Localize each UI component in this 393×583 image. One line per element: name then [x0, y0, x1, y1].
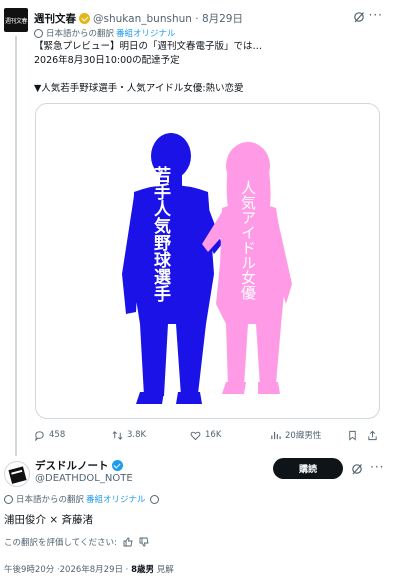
subscribe-button[interactable]: 購読 — [273, 458, 343, 479]
translate-icon — [4, 494, 13, 504]
translation-source-link[interactable]: 番組オリジナル — [116, 27, 176, 39]
heart-icon — [190, 431, 201, 440]
view-count: 8歳男 — [131, 565, 155, 575]
translation-source-link[interactable]: 番組オリジナル — [86, 493, 146, 505]
post-timestamp[interactable]: 午後9時20分 ·2026年8月29日 · — [4, 565, 131, 575]
thumbs-up-icon[interactable] — [123, 537, 133, 547]
post-image[interactable]: 若手人気野球選手 人気アイドル女優 — [35, 103, 380, 419]
repost-button[interactable]: 3.8K — [112, 430, 146, 441]
post-metadata: 午後9時20分 ·2026年8月29日 · 8歳男 見解 — [4, 563, 174, 575]
like-count: 16K — [205, 430, 222, 440]
share-button[interactable] — [367, 430, 378, 441]
male-label: 若手人気野球選手 — [150, 165, 172, 303]
body-line: 2026年8月30日10:00の配達予定 — [34, 55, 180, 66]
main-post: デスドルノート @DEATHDOL_NOTE 購読 ··· 日本語からの翻訳 番… — [0, 450, 393, 583]
body-line: ▼人気若手野球選手・人気アイドル女優:熱い恋愛 — [34, 83, 244, 94]
reply-button[interactable]: 458 — [34, 430, 65, 441]
like-button[interactable]: 16K — [190, 430, 221, 441]
grok-icon[interactable] — [353, 11, 365, 23]
body-line — [34, 68, 262, 82]
share-icon — [368, 430, 377, 440]
display-name[interactable]: 週刊文春 — [34, 11, 76, 26]
more-options-icon[interactable]: ··· — [369, 8, 383, 22]
action-bar: 458 3.8K 16K 20織男性 — [34, 428, 383, 442]
post-text: 浦田俊介 × 斉藤渚 — [4, 514, 93, 526]
repost-icon — [112, 430, 123, 440]
translation-settings-icon[interactable] — [149, 494, 159, 504]
reply-icon — [35, 430, 44, 441]
reply-count: 458 — [49, 430, 66, 440]
grok-icon[interactable] — [351, 463, 363, 475]
bookmark-button[interactable] — [347, 430, 358, 441]
views-label: 見解 — [154, 565, 174, 575]
verified-gold-badge-icon — [79, 12, 90, 24]
translation-note: 日本語からの翻訳 番組オリジナル — [4, 493, 162, 505]
translation-prefix: 日本語からの翻訳 — [16, 495, 85, 505]
translation-rating: この翻訳を評価してください: — [4, 536, 149, 548]
view-count: 20織男性 — [285, 431, 322, 441]
repost-count: 3.8K — [127, 430, 147, 440]
views-button[interactable]: 20織男性 — [270, 429, 321, 441]
rate-prompt: この翻訳を評価してください: — [4, 538, 117, 548]
display-name[interactable]: デスドルノート — [35, 458, 109, 473]
author-name-row: デスドルノート — [35, 458, 123, 473]
translation-note: 日本語からの翻訳 番組オリジナル — [34, 27, 176, 39]
thread-line — [15, 36, 17, 456]
handle[interactable]: @DEATHDOL_NOTE — [35, 473, 133, 484]
translation-prefix: 日本語からの翻訳 — [46, 29, 115, 39]
verified-blue-badge-icon — [111, 460, 123, 471]
translate-icon — [34, 28, 43, 38]
thumbs-down-icon[interactable] — [139, 537, 149, 547]
male-silhouette — [122, 133, 222, 404]
notebook-logo-icon — [8, 466, 27, 484]
quoted-post: 週刊文春 週刊文春 @shukan_bunshun · 8月29日 ··· 日本… — [0, 0, 393, 456]
female-label: 人気アイドル女優 — [239, 180, 257, 300]
avatar-text: 週刊文春 — [4, 17, 28, 25]
analytics-icon — [271, 431, 281, 439]
avatar[interactable]: 週刊文春 — [4, 8, 28, 32]
post-body: 【緊急プレビュー】明日の「週刊文春電子版」では… 2026年8月30日10:00… — [34, 40, 262, 96]
bookmark-icon — [349, 430, 356, 441]
body-line: 【緊急プレビュー】明日の「週刊文春電子版」では… — [34, 41, 263, 52]
handle-and-date[interactable]: @shukan_bunshun · 8月29日 — [93, 11, 243, 26]
post-header: 週刊文春 @shukan_bunshun · 8月29日 — [34, 9, 385, 27]
more-options-icon[interactable]: ··· — [370, 460, 384, 474]
avatar[interactable] — [4, 461, 30, 487]
